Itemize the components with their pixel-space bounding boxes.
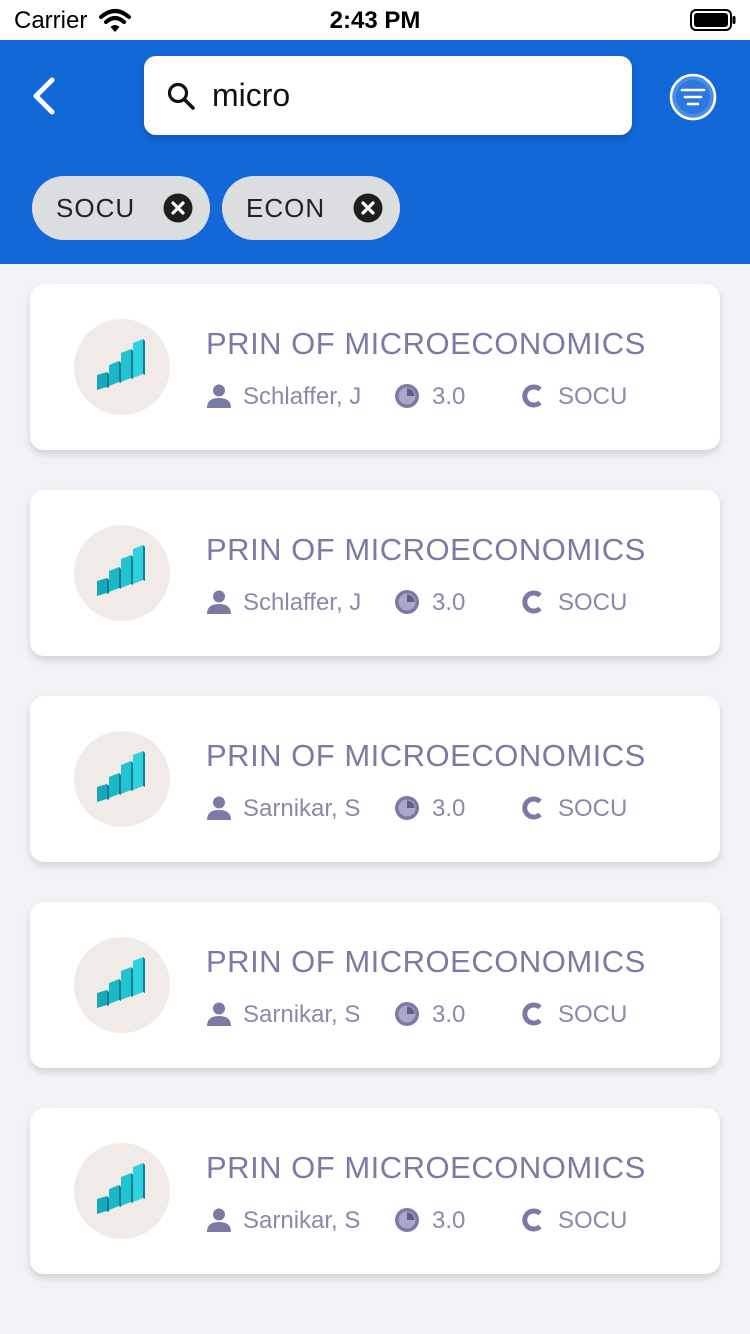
close-circle-icon[interactable] [163, 193, 193, 223]
course-credits: 3.0 [432, 1001, 466, 1028]
timer-icon [395, 590, 419, 614]
course-credits: 3.0 [432, 383, 466, 410]
back-chevron-icon[interactable] [24, 74, 68, 118]
search-bar[interactable] [144, 56, 632, 135]
course-instructor: Sarnikar, S [243, 1001, 361, 1028]
copyright-c-icon [522, 1002, 542, 1026]
status-bar: Carrier 2:43 PM [0, 0, 750, 40]
copyright-c-icon [522, 384, 542, 408]
search-header: SOCU ECON [0, 40, 750, 264]
course-instructor: Schlaffer, J [243, 383, 362, 410]
course-title: PRIN OF MICROECONOMICS [206, 738, 646, 773]
bar-chart-icon [97, 957, 145, 1008]
course-subject: SOCU [558, 795, 628, 822]
course-card[interactable]: PRIN OF MICROECONOMICS Sarnikar, S 3.0 S… [30, 1108, 720, 1274]
course-avatar [74, 937, 170, 1033]
timer-icon [395, 384, 419, 408]
course-card[interactable]: PRIN OF MICROECONOMICS Schlaffer, J 3.0 … [30, 490, 720, 656]
course-credits: 3.0 [432, 1207, 466, 1234]
search-input[interactable] [212, 72, 612, 118]
course-card[interactable]: PRIN OF MICROECONOMICS Sarnikar, S 3.0 S… [30, 902, 720, 1068]
bar-chart-icon [97, 339, 145, 390]
filter-list-icon[interactable] [668, 72, 718, 122]
search-icon [167, 82, 195, 110]
timer-icon [395, 1002, 419, 1026]
course-avatar [74, 319, 170, 415]
person-icon [207, 796, 231, 820]
course-card[interactable]: PRIN OF MICROECONOMICS Schlaffer, J 3.0 … [30, 284, 720, 450]
course-title: PRIN OF MICROECONOMICS [206, 326, 646, 361]
person-icon [207, 590, 231, 614]
filter-chip-socu[interactable]: SOCU [32, 176, 210, 240]
close-circle-icon[interactable] [353, 193, 383, 223]
course-credits: 3.0 [432, 589, 466, 616]
course-instructor: Sarnikar, S [243, 795, 361, 822]
course-subject: SOCU [558, 383, 628, 410]
chip-label: ECON [246, 193, 326, 223]
course-credits: 3.0 [432, 795, 466, 822]
battery-icon [690, 9, 736, 31]
course-card[interactable]: PRIN OF MICROECONOMICS Sarnikar, S 3.0 S… [30, 696, 720, 862]
person-icon [207, 1002, 231, 1026]
chip-label: SOCU [56, 193, 136, 223]
course-subject: SOCU [558, 589, 628, 616]
bar-chart-icon [97, 545, 145, 596]
person-icon [207, 384, 231, 408]
course-title: PRIN OF MICROECONOMICS [206, 944, 646, 979]
course-instructor: Sarnikar, S [243, 1207, 361, 1234]
copyright-c-icon [522, 796, 542, 820]
course-title: PRIN OF MICROECONOMICS [206, 1150, 646, 1185]
timer-icon [395, 796, 419, 820]
filter-chip-econ[interactable]: ECON [222, 176, 400, 240]
copyright-c-icon [522, 1208, 542, 1232]
bar-chart-icon [97, 751, 145, 802]
course-subject: SOCU [558, 1207, 628, 1234]
course-avatar [74, 1143, 170, 1239]
course-title: PRIN OF MICROECONOMICS [206, 532, 646, 567]
course-instructor: Schlaffer, J [243, 589, 362, 616]
copyright-c-icon [522, 590, 542, 614]
person-icon [207, 1208, 231, 1232]
course-avatar [74, 525, 170, 621]
timer-icon [395, 1208, 419, 1232]
course-avatar [74, 731, 170, 827]
course-subject: SOCU [558, 1001, 628, 1028]
bar-chart-icon [97, 1163, 145, 1214]
clock: 2:43 PM [329, 7, 421, 34]
